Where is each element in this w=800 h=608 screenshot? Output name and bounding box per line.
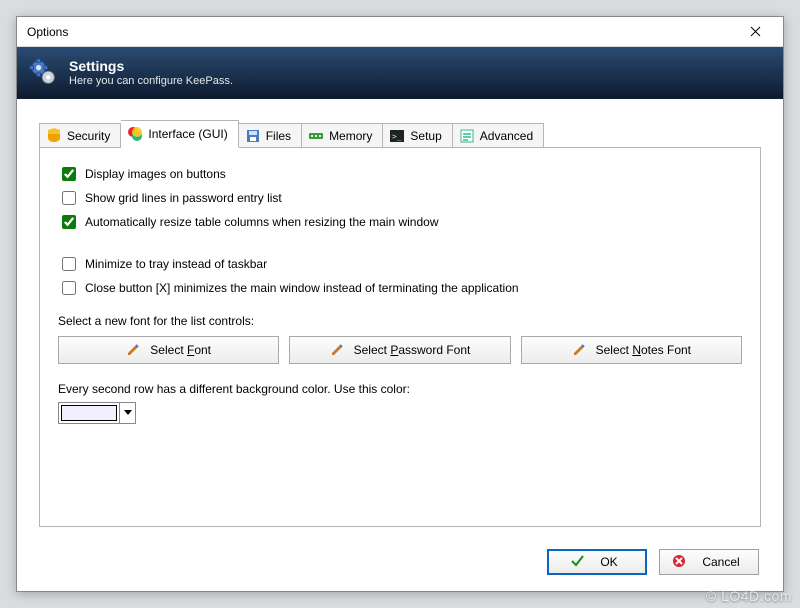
tab-label: Setup [410, 129, 441, 143]
close-icon [750, 26, 761, 37]
checkbox-label: Display images on buttons [85, 167, 226, 181]
checkbox-label: Close button [X] minimizes the main wind… [85, 281, 519, 295]
title-bar: Options [17, 17, 783, 47]
watermark: © LO4D.com [706, 588, 792, 604]
checkbox-display-images[interactable]: Display images on buttons [58, 164, 742, 184]
row-color-label: Every second row has a different backgro… [58, 382, 742, 396]
pen-icon [126, 343, 140, 357]
button-label: Cancel [702, 555, 739, 569]
close-button[interactable] [735, 19, 775, 45]
pen-icon [330, 343, 344, 357]
checkbox-label: Automatically resize table columns when … [85, 215, 439, 229]
row-color-picker[interactable] [58, 402, 136, 424]
floppy-icon [245, 128, 261, 144]
checkbox-close-minimizes[interactable]: Close button [X] minimizes the main wind… [58, 278, 742, 298]
button-label: Select Font [150, 343, 211, 357]
dialog-footer: OK Cancel [547, 549, 759, 575]
checkbox-input[interactable] [62, 281, 76, 295]
checkbox-auto-resize[interactable]: Automatically resize table columns when … [58, 212, 742, 232]
tab-panel-interface: Display images on buttons Show grid line… [39, 147, 761, 527]
tab-label: Files [266, 129, 291, 143]
check-icon [570, 554, 584, 571]
tab-label: Advanced [480, 129, 533, 143]
svg-text:>_: >_ [392, 132, 402, 141]
checkbox-label: Show grid lines in password entry list [85, 191, 282, 205]
gear-icon [29, 58, 57, 89]
pen-icon [572, 343, 586, 357]
tab-label: Interface (GUI) [148, 127, 227, 141]
color-dropdown-button[interactable] [119, 403, 135, 423]
tab-security[interactable]: Security [39, 123, 121, 148]
advanced-icon [459, 128, 475, 144]
tab-advanced[interactable]: Advanced [453, 123, 544, 148]
memory-icon [308, 128, 324, 144]
cancel-icon [672, 554, 686, 571]
options-window: Options Settings Here you can configure … [16, 16, 784, 592]
checkbox-input[interactable] [62, 191, 76, 205]
ok-button[interactable]: OK [547, 549, 647, 575]
banner-title: Settings [69, 59, 233, 73]
shield-icon [46, 128, 62, 144]
tab-setup[interactable]: >_ Setup [383, 123, 452, 148]
select-notes-font-button[interactable]: Select Notes Font [521, 336, 742, 364]
color-swatch [61, 405, 117, 421]
tab-files[interactable]: Files [239, 123, 302, 148]
checkbox-grid-lines[interactable]: Show grid lines in password entry list [58, 188, 742, 208]
settings-banner: Settings Here you can configure KeePass. [17, 47, 783, 99]
interface-icon [127, 126, 143, 142]
checkbox-input[interactable] [62, 215, 76, 229]
tab-label: Memory [329, 129, 372, 143]
button-label: Select Password Font [354, 343, 471, 357]
checkbox-minimize-tray[interactable]: Minimize to tray instead of taskbar [58, 254, 742, 274]
tab-interface[interactable]: Interface (GUI) [121, 120, 238, 148]
button-label: Select Notes Font [596, 343, 691, 357]
tab-memory[interactable]: Memory [302, 123, 383, 148]
button-label: OK [600, 555, 617, 569]
font-buttons-row: Select Font Select Password Font Select … [58, 336, 742, 364]
cancel-button[interactable]: Cancel [659, 549, 759, 575]
tab-label: Security [67, 129, 110, 143]
checkbox-input[interactable] [62, 167, 76, 181]
select-password-font-button[interactable]: Select Password Font [289, 336, 510, 364]
font-section-label: Select a new font for the list controls: [58, 314, 742, 328]
select-font-button[interactable]: Select Font [58, 336, 279, 364]
window-title: Options [27, 25, 68, 39]
chevron-down-icon [124, 410, 132, 416]
checkbox-input[interactable] [62, 257, 76, 271]
banner-subtitle: Here you can configure KeePass. [69, 75, 233, 87]
checkbox-label: Minimize to tray instead of taskbar [85, 257, 267, 271]
tab-strip: Security Interface (GUI) Files Memory >_… [17, 99, 783, 147]
terminal-icon: >_ [389, 128, 405, 144]
